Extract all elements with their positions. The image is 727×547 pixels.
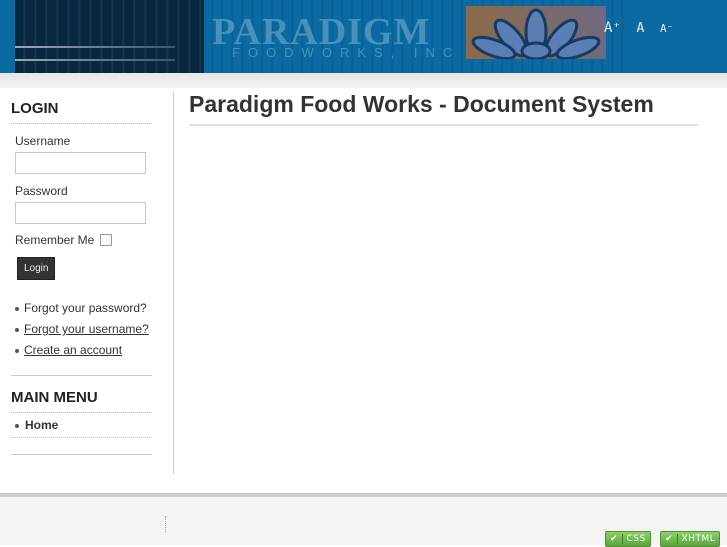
- login-button[interactable]: Login: [17, 257, 56, 280]
- badge-label: XHTML: [681, 534, 716, 544]
- divider: [11, 375, 152, 376]
- forgot-password-link[interactable]: Forgot your password?: [24, 301, 147, 315]
- check-icon: ✔: [661, 534, 678, 544]
- list-item: Forgot your username?: [15, 323, 152, 336]
- menu-item-label: Home: [25, 418, 59, 432]
- font-size-controls: A⁺ A A⁻: [604, 17, 679, 36]
- header-bottom-band: [0, 73, 727, 88]
- header-dark-panel: [15, 0, 204, 73]
- remember-me-row: Remember Me: [15, 233, 152, 247]
- username-input[interactable]: [15, 152, 146, 174]
- badge-label: CSS: [626, 534, 646, 544]
- footer-divider: [165, 516, 166, 532]
- list-item: Forgot your password?: [15, 302, 152, 315]
- decrease-font-button[interactable]: A⁻: [660, 22, 673, 35]
- check-icon: ✔: [606, 534, 623, 544]
- decorative-line: [15, 59, 175, 61]
- bullet-icon: [15, 327, 19, 332]
- page-title: Paradigm Food Works - Document System: [189, 89, 698, 126]
- lotus-logo-icon: [466, 6, 606, 61]
- password-label: Password: [15, 184, 68, 198]
- logo-subtitle: FOODWORKS, INC: [232, 45, 461, 60]
- bullet-icon: [15, 306, 19, 311]
- create-account-link[interactable]: Create an account: [24, 343, 122, 357]
- bullet-icon: [15, 423, 19, 428]
- sidebar: LOGIN Username Password Remember Me Logi…: [11, 95, 152, 455]
- divider: [11, 454, 152, 455]
- reset-font-button[interactable]: A: [637, 21, 645, 36]
- footer: ✔ CSS ✔ XHTML: [0, 497, 727, 547]
- remember-me-checkbox[interactable]: [100, 234, 113, 246]
- bullet-icon: [15, 348, 19, 353]
- login-module-title: LOGIN: [11, 95, 152, 124]
- site-header: PARADIGM FOODWORKS, INC A⁺ A A⁻: [0, 0, 727, 73]
- username-label: Username: [15, 134, 71, 148]
- remember-me-label: Remember Me: [15, 233, 95, 247]
- login-links: Forgot your password? Forgot your userna…: [11, 302, 152, 357]
- forgot-username-link[interactable]: Forgot your username?: [24, 322, 149, 336]
- main-menu-title: MAIN MENU: [11, 384, 152, 413]
- list-item: Create an account: [15, 344, 152, 357]
- menu-item-home[interactable]: Home: [11, 413, 152, 438]
- decorative-line: [15, 46, 175, 48]
- column-divider: [173, 91, 174, 474]
- password-input[interactable]: [15, 202, 146, 224]
- main-content: Paradigm Food Works - Document System: [189, 89, 698, 126]
- increase-font-button[interactable]: A⁺: [604, 20, 621, 36]
